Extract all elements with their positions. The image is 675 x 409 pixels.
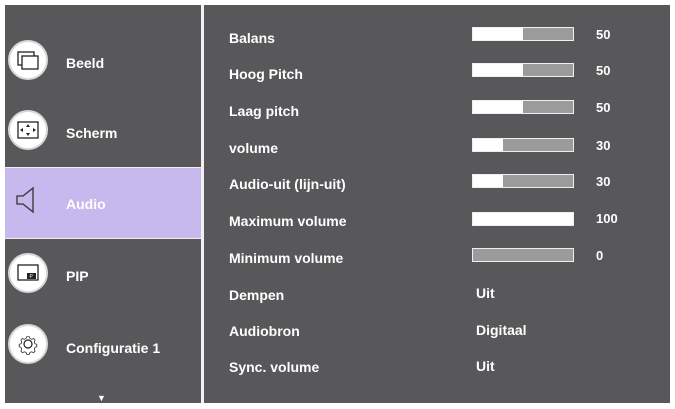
setting-value: 50 xyxy=(596,63,611,78)
hoog-pitch-slider[interactable] xyxy=(472,63,574,77)
sidebar-item-configuratie-1[interactable]: Configuratie 1 xyxy=(5,310,201,382)
pip-icon: P xyxy=(8,253,48,293)
setting-label: Minimum volume xyxy=(229,250,344,266)
setting-value: 30 xyxy=(596,174,611,189)
setting-value: 50 xyxy=(596,100,611,115)
setting-label: Balans xyxy=(229,30,275,46)
sidebar-item-pip[interactable]: P PIP xyxy=(5,239,201,311)
setting-value: 50 xyxy=(596,27,611,42)
balans-slider[interactable] xyxy=(472,27,574,41)
setting-label: Dempen xyxy=(229,287,285,303)
slider-fill xyxy=(473,213,573,225)
sidebar-item-beeld[interactable]: Beeld xyxy=(5,26,201,98)
setting-label: Maximum volume xyxy=(229,213,347,229)
setting-label: Audiobron xyxy=(229,323,300,339)
setting-value: 100 xyxy=(596,211,618,226)
setting-label: Audio-uit (lijn-uit) xyxy=(229,176,346,192)
minimum-volume-slider[interactable] xyxy=(472,248,574,262)
setting-value: 30 xyxy=(596,138,611,153)
setting-value[interactable]: Digitaal xyxy=(476,322,527,338)
sidebar-item-audio[interactable]: Audio xyxy=(5,167,201,239)
slider-fill xyxy=(473,139,503,151)
screen-icon xyxy=(8,110,48,150)
setting-label: Hoog Pitch xyxy=(229,66,303,82)
setting-value: 0 xyxy=(596,248,604,263)
slider-fill xyxy=(473,64,523,76)
audio-uit-slider[interactable] xyxy=(472,174,574,188)
speaker-icon xyxy=(8,182,48,222)
sidebar-item-label: Scherm xyxy=(66,125,118,141)
volume-slider[interactable] xyxy=(472,138,574,152)
maximum-volume-slider[interactable] xyxy=(472,212,574,226)
sidebar-item-scherm[interactable]: Scherm xyxy=(5,96,201,168)
picture-icon xyxy=(8,40,48,80)
setting-value[interactable]: Uit xyxy=(476,285,495,301)
setting-label: Laag pitch xyxy=(229,103,300,119)
sidebar-item-label: Beeld xyxy=(66,55,105,71)
slider-fill xyxy=(473,175,503,187)
slider-fill xyxy=(473,101,523,113)
setting-value[interactable]: Uit xyxy=(476,358,495,374)
sidebar-item-label: Configuratie 1 xyxy=(66,340,161,356)
slider-fill xyxy=(473,28,523,40)
gear-icon xyxy=(8,324,48,364)
divider xyxy=(201,5,204,403)
sidebar: Beeld Scherm Audio P PIP Configuratie 1 … xyxy=(5,5,201,403)
sidebar-item-label: Audio xyxy=(66,196,106,212)
setting-label: volume xyxy=(229,140,279,156)
setting-label: Sync. volume xyxy=(229,359,320,375)
sidebar-item-label: PIP xyxy=(66,268,89,284)
laag-pitch-slider[interactable] xyxy=(472,100,574,114)
scroll-down-arrow-icon[interactable]: ▼ xyxy=(97,394,106,403)
